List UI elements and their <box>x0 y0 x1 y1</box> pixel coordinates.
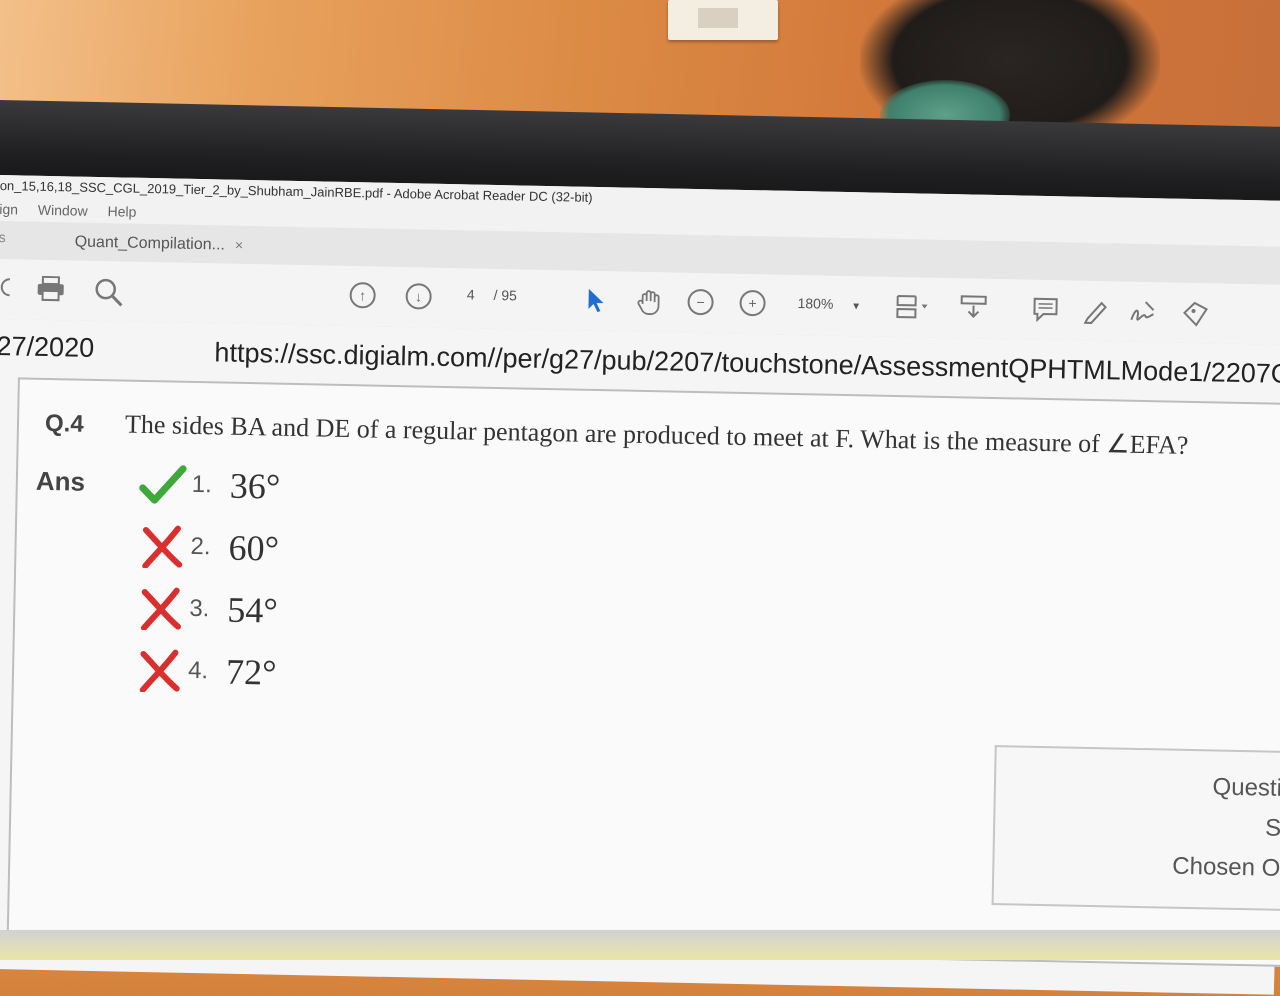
status-line-chosen: Chosen O <box>1172 853 1280 883</box>
back-icon[interactable] <box>0 275 12 299</box>
option-number: 3. <box>189 595 210 623</box>
screen-bottom-edge <box>0 930 1280 960</box>
page-current-input[interactable]: 4 <box>458 286 484 303</box>
question-status-panel: Questi S Chosen O <box>992 745 1280 911</box>
page-layout-icon[interactable] <box>893 293 930 320</box>
option-value: 36° <box>229 465 280 508</box>
header-url: https://ssc.digialm.com//per/g27/pub/220… <box>214 337 1280 390</box>
wall-socket <box>668 0 778 40</box>
zoom-in-icon[interactable]: + <box>739 290 766 317</box>
status-line-question: Questi <box>1212 773 1280 802</box>
zoom-level-select[interactable]: 180% ▼ <box>797 295 861 312</box>
zoom-out-icon[interactable]: − <box>687 289 714 316</box>
page-indicator: 4 / 95 <box>458 286 518 303</box>
highlight-pen-icon[interactable] <box>1081 297 1110 326</box>
cross-icon <box>136 521 187 572</box>
cross-icon <box>135 583 186 634</box>
question-card: Q.4 The sides BA and DE of a regular pen… <box>7 377 1280 967</box>
option-2: 2. 60° <box>136 516 280 579</box>
option-3: 3. 54° <box>135 578 279 641</box>
print-icon[interactable] <box>35 276 66 303</box>
option-4: 4. 72° <box>133 640 277 703</box>
option-1: 1. 36° <box>137 454 281 517</box>
menu-item-help[interactable]: Help <box>107 203 136 220</box>
search-icon[interactable] <box>93 277 124 308</box>
menu-item-window[interactable]: Window <box>38 202 88 219</box>
option-number: 2. <box>190 533 211 561</box>
question-text: The sides BA and DE of a regular pentago… <box>125 410 1189 461</box>
option-value: 54° <box>227 589 278 632</box>
previous-page-icon[interactable]: ↑ <box>349 282 376 309</box>
page-total: / 95 <box>493 287 517 303</box>
status-line-status: S <box>1265 815 1280 843</box>
option-number: 4. <box>188 657 209 685</box>
scroll-mode-icon[interactable] <box>959 294 987 319</box>
cross-icon <box>134 645 185 696</box>
check-icon <box>137 459 188 510</box>
option-value: 60° <box>228 527 279 570</box>
menu-item-sign[interactable]: ign <box>0 201 18 217</box>
option-number: 1. <box>192 471 213 499</box>
option-value: 72° <box>226 651 277 694</box>
answer-label: Ans <box>36 466 86 498</box>
share-icon[interactable] <box>1179 299 1210 328</box>
close-tab-icon[interactable]: × <box>235 237 244 253</box>
chevron-down-icon: ▼ <box>851 301 861 312</box>
zoom-value: 180% <box>797 295 833 312</box>
header-date: 27/2020 <box>0 331 94 364</box>
question-number: Q.4 <box>45 410 84 439</box>
tab-label: Quant_Compilation... <box>74 234 225 254</box>
hand-tool-icon[interactable] <box>635 288 664 317</box>
comment-icon[interactable] <box>1031 296 1060 323</box>
sign-icon[interactable] <box>1127 298 1158 327</box>
tab-fragment[interactable]: s <box>0 229 6 245</box>
laptop-screen: on_15,16,18_SSC_CGL_2019_Tier_2_by_Shubh… <box>0 175 1280 991</box>
document-view[interactable]: 27/2020 https://ssc.digialm.com//per/g27… <box>0 319 1280 995</box>
tab-quant-compilation[interactable]: Quant_Compilation... × <box>60 226 257 260</box>
select-cursor-icon[interactable] <box>585 287 606 313</box>
next-page-icon[interactable]: ↓ <box>405 283 432 310</box>
